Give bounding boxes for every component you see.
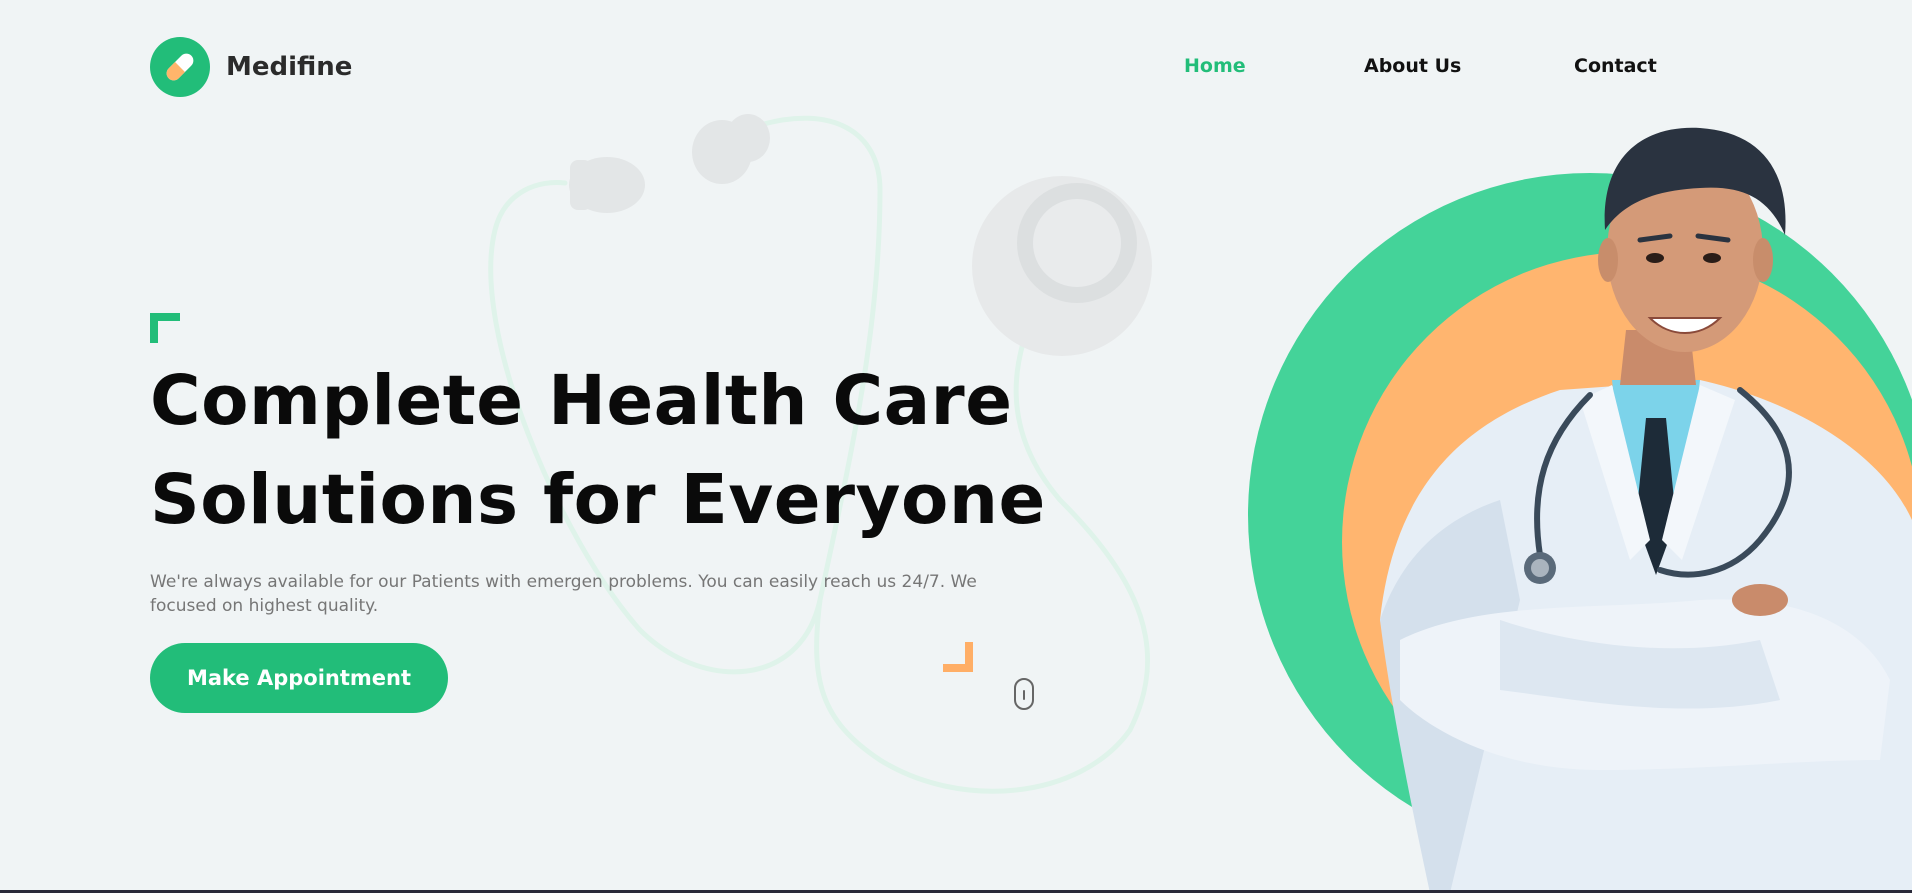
hero-title-line-2: Solutions for Everyone xyxy=(150,460,1046,540)
decorative-corner-top-left xyxy=(150,313,180,343)
make-appointment-button[interactable]: Make Appointment xyxy=(150,643,448,713)
mouse-scroll-icon[interactable] xyxy=(1013,677,1035,711)
hero-title-line-1: Complete Health Care xyxy=(150,361,1013,441)
hero-title: Complete Health Care Solutions for Every… xyxy=(150,352,1050,550)
page: Medifine Home About Us Contact Complete … xyxy=(0,0,1912,893)
hero-description: We're always available for our Patients … xyxy=(150,572,977,616)
decorative-corner-bottom-right xyxy=(943,642,973,672)
